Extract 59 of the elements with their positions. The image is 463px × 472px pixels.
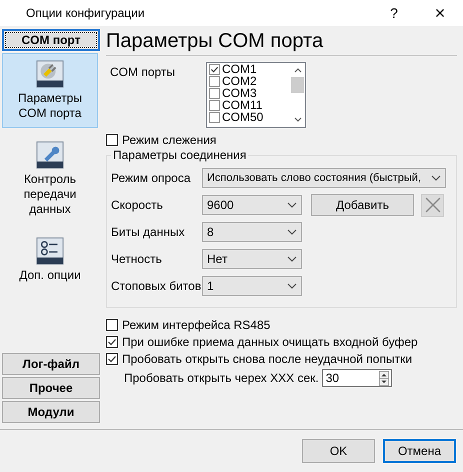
field-label: Пробовать открыть черех XXX сек. xyxy=(124,371,319,385)
com-port-name: COM2 xyxy=(222,75,257,87)
caret-icon xyxy=(287,202,297,208)
window-title: Опции конфигурации xyxy=(26,6,146,20)
com-ports-list[interactable]: COM1 COM2 COM3 COM11 COM50 xyxy=(206,62,306,128)
com-port-name: COM11 xyxy=(222,99,262,111)
dropdown[interactable]: 1 xyxy=(202,276,302,296)
add-button[interactable]: Добавить xyxy=(311,194,414,216)
dialog-button[interactable]: OK xyxy=(302,439,375,463)
checkbox[interactable] xyxy=(209,76,220,86)
caret-icon xyxy=(287,256,297,262)
scroll-down-icon[interactable] xyxy=(292,116,302,124)
checkbox-label: Режим слежения xyxy=(122,132,216,146)
plug-icon xyxy=(36,60,64,88)
section-button[interactable]: Модули xyxy=(2,401,100,423)
dropdown[interactable]: Нет xyxy=(202,249,302,269)
com-port-name: COM50 xyxy=(222,111,264,123)
checkbox[interactable] xyxy=(106,318,118,330)
caret-icon xyxy=(287,229,297,235)
delete-button[interactable] xyxy=(421,194,444,216)
dropdown[interactable]: 9600 xyxy=(202,195,302,215)
spinner-arrows-icon xyxy=(378,370,389,386)
help-button[interactable]: ? xyxy=(371,0,417,26)
field-label: Четность xyxy=(111,252,163,266)
options-list-icon xyxy=(36,237,64,265)
com-port-name: COM1 xyxy=(222,63,257,75)
com-port-name: COM3 xyxy=(222,87,257,99)
checkbox[interactable] xyxy=(209,88,220,98)
section-button[interactable]: Лог-файл xyxy=(2,353,100,375)
checkbox[interactable] xyxy=(209,64,220,74)
sidebar-item[interactable]: Контроль передачи данных xyxy=(2,134,98,224)
wrench-icon xyxy=(36,141,64,169)
group-title: Параметры соединения xyxy=(112,148,248,162)
sidebar-item[interactable]: Параметры COM порта xyxy=(2,53,98,128)
number-field[interactable]: 30 xyxy=(322,369,392,387)
field-label: Скорость xyxy=(111,198,164,212)
field-label: Режим опроса xyxy=(111,171,192,185)
section-button[interactable]: Прочее xyxy=(2,377,100,399)
checkbox[interactable] xyxy=(106,352,118,364)
caret-icon xyxy=(287,283,297,289)
checkbox[interactable] xyxy=(106,134,118,146)
close-button[interactable]: × xyxy=(417,0,463,26)
checkbox-label: При ошибке приема данных очищать входной буфер xyxy=(122,334,418,348)
dropdown[interactable]: Использовать слово состояния (быстрый, xyxy=(202,168,446,188)
dropdown[interactable]: 8 xyxy=(202,222,302,242)
scroll-up-icon[interactable] xyxy=(292,66,302,74)
checkbox[interactable] xyxy=(106,336,118,348)
page-title: Параметры COM порта xyxy=(106,29,324,54)
checkbox-label: Пробовать открыть снова после неудачной попытки xyxy=(122,352,412,366)
checkbox-label: Режим интерфейса RS485 xyxy=(122,318,270,332)
field-label: Биты данных xyxy=(111,225,186,239)
checkbox[interactable] xyxy=(209,100,220,110)
sidebar-item[interactable]: Доп. опции xyxy=(2,230,98,290)
checkbox[interactable] xyxy=(209,112,220,122)
caret-icon xyxy=(431,175,441,181)
field-label: Стоповых битов xyxy=(111,279,202,293)
section-button[interactable]: COM порт xyxy=(2,29,100,51)
dialog-button[interactable]: Отмена xyxy=(383,439,456,463)
com-ports-label: COM порты xyxy=(110,64,176,81)
